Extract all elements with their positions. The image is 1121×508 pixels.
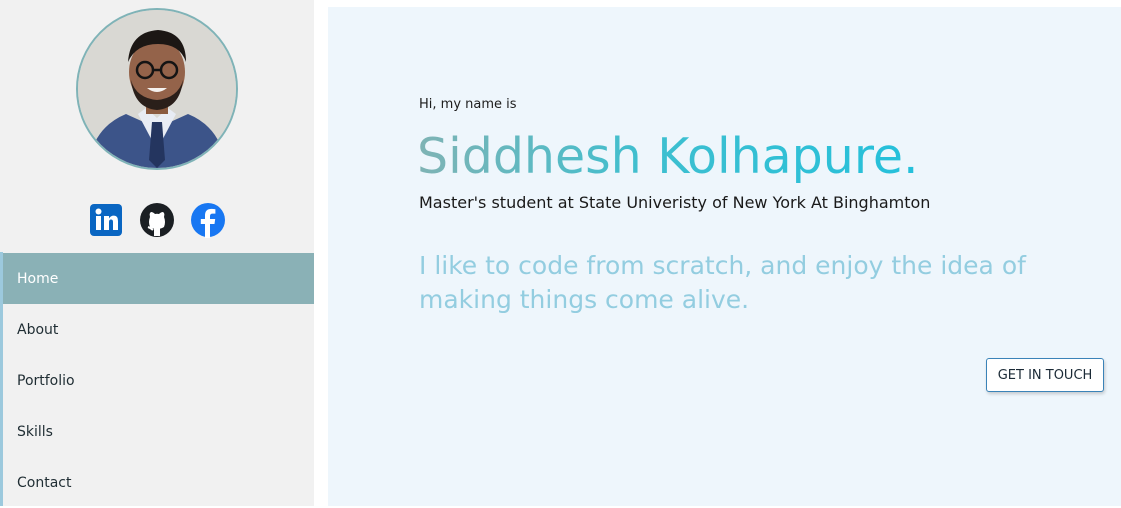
nav-item-contact[interactable]: Contact — [3, 457, 314, 508]
hero-section: Hi, my name is Siddhesh Kolhapure. Maste… — [328, 7, 1121, 506]
nav-item-portfolio[interactable]: Portfolio — [3, 355, 314, 406]
hero-tagline: I like to code from scratch, and enjoy t… — [419, 251, 1026, 314]
hero-greeting: Hi, my name is — [419, 97, 517, 112]
social-links — [88, 201, 226, 239]
github-icon[interactable] — [139, 202, 175, 238]
hero-subtitle: Master's student at State Univeristy of … — [419, 193, 931, 212]
facebook-icon[interactable] — [190, 202, 226, 238]
nav-item-home[interactable]: Home — [3, 253, 314, 304]
profile-avatar — [76, 8, 238, 170]
hero-name: Siddhesh Kolhapure. — [417, 128, 919, 185]
sidebar-nav: Home About Portfolio Skills Contact — [3, 253, 314, 508]
linkedin-icon[interactable] — [88, 202, 124, 238]
nav-item-about[interactable]: About — [3, 304, 314, 355]
get-in-touch-button[interactable]: GET IN TOUCH — [986, 358, 1104, 392]
nav-item-skills[interactable]: Skills — [3, 406, 314, 457]
sidebar: Home About Portfolio Skills Contact — [0, 0, 314, 506]
